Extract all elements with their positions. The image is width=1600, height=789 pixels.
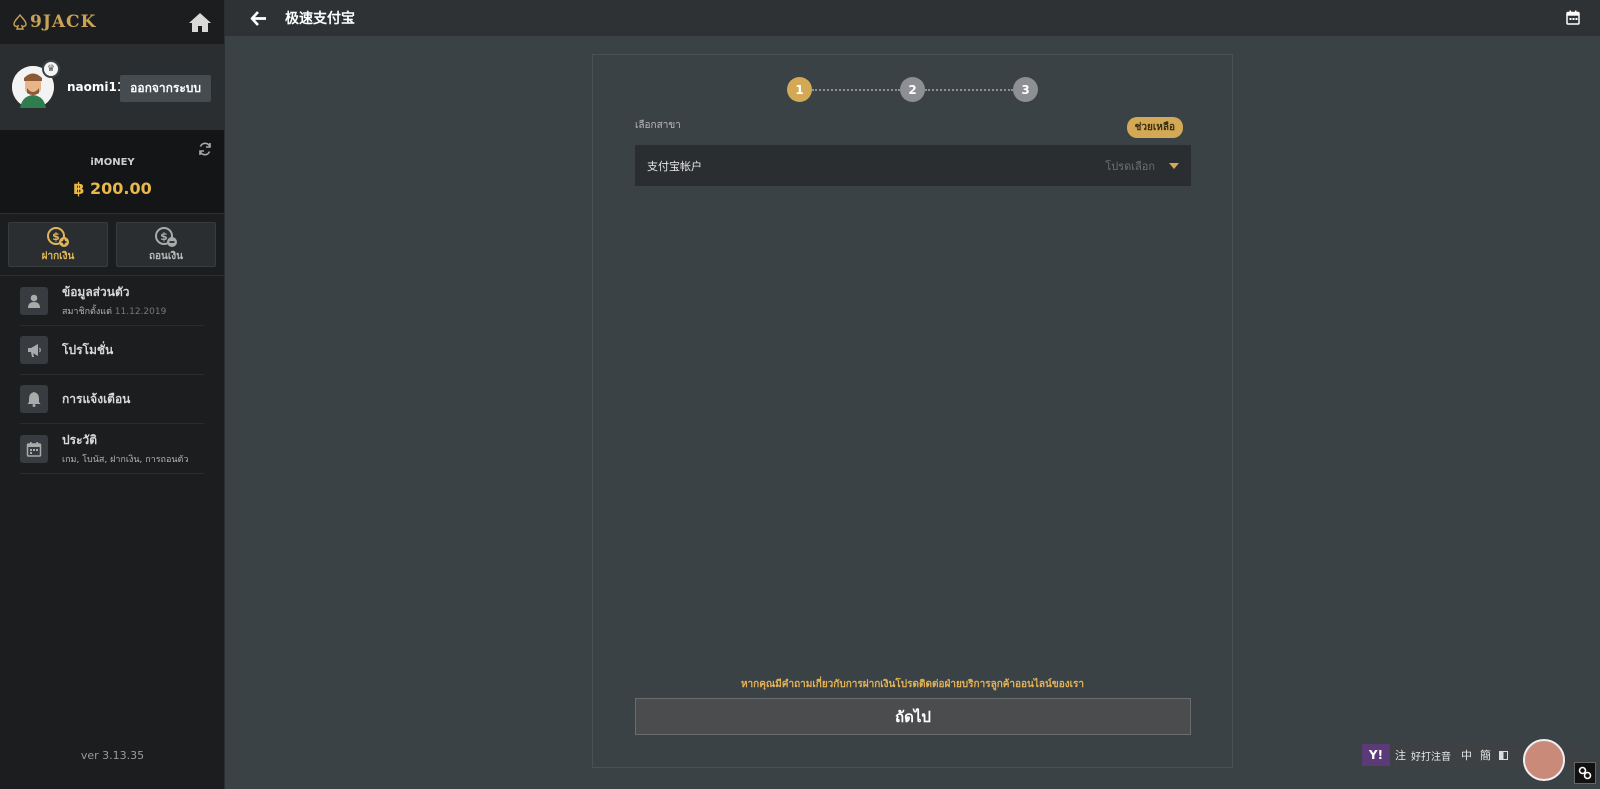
avatar[interactable]: ♛ [12, 60, 60, 108]
back-arrow-icon[interactable] [250, 10, 267, 27]
sidebar-menu: ข้อมูลส่วนตัว สมาชิกตั้งแต่ 11.12.2019 โ… [0, 276, 224, 474]
page-title: 极速支付宝 [285, 11, 355, 27]
step-1: 1 [787, 77, 812, 102]
link-icon[interactable] [1574, 762, 1596, 784]
member-since-date: 11.12.2019 [114, 307, 167, 317]
ime-zhuyin[interactable]: 注 [1395, 747, 1406, 763]
sidebar-item-label: ข้อมูลส่วนตัว [62, 285, 130, 299]
calendar-icon-box [20, 434, 48, 463]
megaphone-icon [28, 344, 41, 357]
app-version: ver 3.13.35 [80, 749, 145, 762]
caret-down-icon [1169, 162, 1179, 169]
account-select-placeholder: โปรดเลือก [1105, 159, 1155, 173]
refresh-icon[interactable] [198, 142, 212, 156]
bell-icon-box [20, 385, 48, 413]
brand-logo-text: 9JACK [30, 12, 97, 32]
coin-plus-icon: $ [47, 226, 69, 247]
ime-chinese-toggle[interactable]: 中 [1461, 747, 1472, 763]
sidebar-item-label: โปรโมชั่น [62, 342, 114, 357]
wallet-panel: iMONEY ฿ 200.00 [0, 130, 224, 214]
step-2: 2 [900, 77, 925, 102]
user-icon-box [20, 286, 48, 315]
step-indicator: 1 2 3 [593, 77, 1232, 102]
sidebar: 9JACK ♛ naomi11 ออกจากระบบ iMONEY ฿ 200.… [0, 0, 225, 789]
megaphone-icon-box [20, 336, 48, 364]
withdraw-label: ถอนเงิน [148, 250, 184, 262]
half-width-icon[interactable] [1499, 750, 1508, 760]
history-sub: เกม, โบนัส, ฝากเงิน, การถอนตัว [62, 455, 189, 465]
user-icon [28, 294, 40, 308]
help-button[interactable]: ช่วยเหลือ [1126, 117, 1183, 138]
wallet-balance: ฿ 200.00 [73, 179, 152, 198]
step-connector [925, 88, 1013, 91]
svg-text:$: $ [160, 230, 168, 243]
coin-minus-icon: $ [155, 226, 177, 247]
logout-button[interactable]: ออกจากระบบ [120, 75, 211, 102]
sidebar-item-profile[interactable]: ข้อมูลส่วนตัว สมาชิกตั้งแต่ 11.12.2019 [20, 276, 204, 326]
user-panel: ♛ naomi11 ออกจากระบบ [0, 45, 224, 130]
next-button[interactable]: ถัดไป [635, 698, 1191, 735]
home-icon[interactable] [188, 11, 212, 33]
ime-avatar[interactable] [1523, 739, 1565, 781]
sidebar-item-notification[interactable]: การแจ้งเตือน [20, 375, 204, 424]
svg-text:$: $ [52, 230, 60, 243]
bell-icon [27, 392, 41, 407]
deposit-card: 1 2 3 เลือกสาขา ช่วยเหลือ 支付宝帐户 โปรดเลือ… [592, 54, 1233, 768]
calendar-icon[interactable] [1566, 10, 1580, 25]
wallet-actions: $ ฝากเงิน $ ถอนเงิน [0, 214, 224, 276]
sidebar-item-history[interactable]: ประวัติ เกม, โบนัส, ฝากเงิน, การถอนตัว [20, 424, 204, 474]
member-since-prefix: สมาชิกตั้งแต่ [62, 307, 112, 317]
ime-simplified-toggle[interactable]: 簡 [1480, 747, 1491, 763]
deposit-label: ฝากเงิน [41, 250, 75, 262]
step-3: 3 [1013, 77, 1038, 102]
sidebar-item-label: ประวัติ [62, 433, 98, 447]
top-bar: 极速支付宝 [225, 0, 1600, 36]
spade-logo-icon [13, 14, 27, 30]
sidebar-item-label: การแจ้งเตือน [62, 391, 131, 406]
brand-logo[interactable]: 9JACK [12, 12, 96, 32]
ime-mode[interactable]: 好打注音 [1411, 748, 1451, 763]
deposit-button[interactable]: $ ฝากเงิน [8, 222, 108, 267]
branch-label: เลือกสาขา [635, 120, 681, 131]
level-badge-icon: ♛ [42, 60, 60, 78]
withdraw-button[interactable]: $ ถอนเงิน [116, 222, 216, 267]
account-select-label: 支付宝帐户 [647, 159, 702, 173]
member-since: สมาชิกตั้งแต่ 11.12.2019 [62, 304, 166, 318]
wallet-label: iMONEY [90, 157, 135, 168]
sidebar-header: 9JACK [0, 0, 224, 45]
calendar-icon [26, 441, 42, 457]
support-notice: หากคุณมีคำถามเกี่ยวกับการฝากเงินโปรดติดต… [740, 679, 1085, 690]
username: naomi11 [67, 80, 126, 94]
account-select[interactable]: 支付宝帐户 โปรดเลือก [635, 145, 1191, 186]
chain-link-icon [1578, 766, 1592, 780]
sidebar-item-promotion[interactable]: โปรโมชั่น [20, 326, 204, 375]
ime-yahoo-button[interactable]: Y! [1362, 744, 1390, 766]
step-connector [812, 88, 900, 91]
